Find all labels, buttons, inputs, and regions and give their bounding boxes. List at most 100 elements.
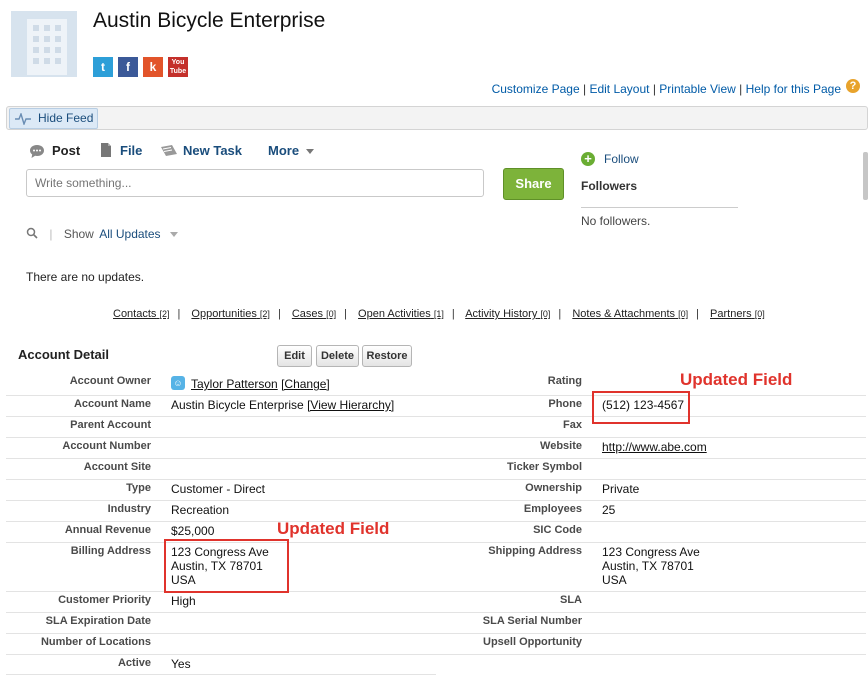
related-link-cases[interactable]: Cases [0] [292,308,336,320]
share-button[interactable]: Share [503,168,564,200]
scrollbar[interactable] [863,152,868,200]
field-label-number-of-locations: Number of Locations [40,636,151,648]
billing-address-value: 123 Congress Ave Austin, TX 78701 USA [171,545,269,587]
field-label-phone: Phone [548,398,582,410]
link-separator: | [558,308,562,320]
row-divider [6,395,866,396]
facebook-icon[interactable]: f [118,57,138,77]
printable-view-link[interactable]: Printable View [659,82,736,96]
help-icon[interactable]: ? [846,79,860,93]
field-label-ownership: Ownership [525,482,582,494]
related-link-contacts[interactable]: Contacts [2] [113,308,170,320]
link-separator: | [739,82,743,96]
active-value: Yes [171,657,191,671]
row-divider [6,612,866,613]
related-link-open-activities[interactable]: Open Activities [1] [358,308,444,320]
chevron-down-icon [305,149,314,154]
link-separator: | [451,308,455,320]
account-name-text: Austin Bicycle Enterprise [171,398,304,412]
search-icon[interactable] [26,227,38,239]
address-line: 123 Congress Ave [171,545,269,559]
link-separator: | [344,308,347,320]
post-icon [29,144,45,162]
link-separator: | [696,308,699,320]
view-hierarchy-link[interactable]: [View Hierarchy] [307,398,394,412]
row-divider [6,521,866,522]
tab-file[interactable]: File [120,143,142,158]
follow-link[interactable]: Follow [604,152,639,166]
row-divider [6,437,866,438]
field-label-parent-account: Parent Account [70,419,151,431]
field-label-rating: Rating [547,375,582,387]
twitter-icon[interactable]: t [93,57,113,77]
field-label-sic-code: SIC Code [533,524,582,536]
edit-layout-link[interactable]: Edit Layout [589,82,649,96]
link-separator: | [277,308,281,320]
address-line: Austin, TX 78701 [602,559,694,573]
field-label-account-number: Account Number [62,440,151,452]
address-line: USA [171,573,196,587]
post-input[interactable] [26,169,484,197]
annual-revenue-value: $25,000 [171,524,215,538]
row-divider [6,654,866,655]
website-link[interactable]: http://www.abe.com [602,440,707,454]
delete-button[interactable]: Delete [316,345,359,367]
related-link-activity-history[interactable]: Activity History [0] [465,308,550,320]
field-label-annual-revenue: Annual Revenue [64,524,151,536]
help-link[interactable]: Help for this Page [746,82,841,96]
customize-page-link[interactable]: Customize Page [492,82,580,96]
filter-separator: | [49,227,53,241]
website-value: http://www.abe.com [602,440,707,454]
field-label-website: Website [540,440,582,452]
change-owner-link[interactable]: [Change] [281,377,330,391]
field-label-customer-priority: Customer Priority [58,594,151,606]
tab-more[interactable]: More [268,143,314,158]
customer-priority-value: High [171,594,196,608]
address-line: USA [602,573,627,587]
followers-heading: Followers [581,179,638,193]
youtube-icon[interactable]: You Tube [168,57,188,77]
field-label-sla-expiration-date: SLA Expiration Date [45,615,151,627]
user-icon: ☺ [171,376,185,390]
plus-icon[interactable]: + [581,152,595,166]
field-label-account-name: Account Name [73,398,151,410]
more-label: More [268,143,300,158]
updated-field-annotation: Updated Field [680,370,793,389]
chevron-down-icon[interactable] [169,232,178,238]
row-divider [6,542,866,543]
no-followers-text: No followers. [581,214,651,228]
related-link-partners[interactable]: Partners [0] [710,308,765,320]
field-label-upsell-opportunity: Upsell Opportunity [483,636,582,648]
updated-field-annotation: Updated Field [277,519,390,538]
field-label-billing-address: Billing Address [70,545,151,557]
file-icon [100,142,112,161]
show-filter-dropdown[interactable]: All Updates [99,227,160,241]
related-link-notes-attachments[interactable]: Notes & Attachments [0] [572,308,688,320]
no-updates-text: There are no updates. [26,270,145,284]
divider [581,207,738,208]
link-separator: | [582,82,587,96]
page-links: Customize Page | Edit Layout | Printable… [492,82,841,96]
row-divider [6,633,866,634]
field-label-industry: Industry [107,503,151,515]
field-label-ticker-symbol: Ticker Symbol [507,461,582,473]
address-line: 123 Congress Ave [602,545,700,559]
owner-link[interactable]: Taylor Patterson [191,377,278,391]
related-link-opportunities[interactable]: Opportunities [2] [191,308,270,320]
feed-filter: | Show All Updates [26,227,178,241]
hide-feed-button[interactable]: Hide Feed [9,108,98,129]
link-separator: | [177,308,181,320]
tab-post[interactable]: Post [52,143,80,158]
industry-value: Recreation [171,503,230,517]
employees-value: 25 [602,503,616,517]
type-value: Customer - Direct [171,482,266,496]
tab-new-task[interactable]: New Task [183,143,242,158]
feed-toolbar [6,106,868,130]
edit-button[interactable]: Edit [277,345,312,367]
klout-icon[interactable]: k [143,57,163,77]
task-icon [160,144,178,160]
field-label-sla: SLA [560,594,582,606]
field-label-active: Active [117,657,151,669]
restore-button[interactable]: Restore [362,345,412,367]
field-label-fax: Fax [563,419,582,431]
